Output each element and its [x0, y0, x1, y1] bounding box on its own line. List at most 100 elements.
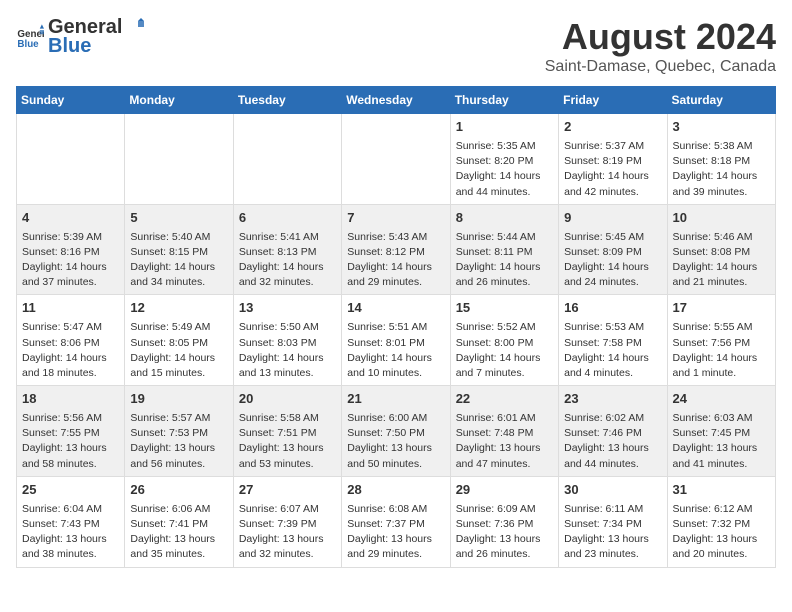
calendar-cell: 8 Sunrise: 5:44 AM Sunset: 8:11 PM Daylig… — [450, 204, 558, 295]
day-info: Sunrise: 5:47 AM Sunset: 8:06 PM Dayligh… — [22, 321, 107, 379]
day-info: Sunrise: 6:04 AM Sunset: 7:43 PM Dayligh… — [22, 503, 107, 561]
header-row: SundayMondayTuesdayWednesdayThursdayFrid… — [17, 87, 776, 114]
day-number: 16 — [564, 299, 661, 318]
calendar-cell: 24 Sunrise: 6:03 AM Sunset: 7:45 PM Dayli… — [667, 386, 775, 477]
day-number: 25 — [22, 481, 119, 500]
day-info: Sunrise: 6:06 AM Sunset: 7:41 PM Dayligh… — [130, 503, 215, 561]
calendar-week-row: 11 Sunrise: 5:47 AM Sunset: 8:06 PM Dayli… — [17, 295, 776, 386]
day-number: 8 — [456, 209, 553, 228]
day-header-thursday: Thursday — [450, 87, 558, 114]
day-info: Sunrise: 5:44 AM Sunset: 8:11 PM Dayligh… — [456, 231, 541, 289]
logo-icon: General Blue — [16, 23, 44, 51]
day-info: Sunrise: 5:41 AM Sunset: 8:13 PM Dayligh… — [239, 231, 324, 289]
day-info: Sunrise: 5:58 AM Sunset: 7:51 PM Dayligh… — [239, 412, 324, 470]
day-info: Sunrise: 6:02 AM Sunset: 7:46 PM Dayligh… — [564, 412, 649, 470]
day-number: 10 — [673, 209, 770, 228]
day-info: Sunrise: 6:07 AM Sunset: 7:39 PM Dayligh… — [239, 503, 324, 561]
calendar-cell: 12 Sunrise: 5:49 AM Sunset: 8:05 PM Dayli… — [125, 295, 233, 386]
calendar-cell: 21 Sunrise: 6:00 AM Sunset: 7:50 PM Dayli… — [342, 386, 450, 477]
day-header-monday: Monday — [125, 87, 233, 114]
day-number: 3 — [673, 118, 770, 137]
calendar-cell: 18 Sunrise: 5:56 AM Sunset: 7:55 PM Dayli… — [17, 386, 125, 477]
day-number: 30 — [564, 481, 661, 500]
calendar-cell: 6 Sunrise: 5:41 AM Sunset: 8:13 PM Daylig… — [233, 204, 341, 295]
day-number: 11 — [22, 299, 119, 318]
logo: General Blue General Blue — [16, 16, 146, 58]
day-header-wednesday: Wednesday — [342, 87, 450, 114]
calendar-cell: 15 Sunrise: 5:52 AM Sunset: 8:00 PM Dayli… — [450, 295, 558, 386]
day-info: Sunrise: 5:55 AM Sunset: 7:56 PM Dayligh… — [673, 321, 758, 379]
day-info: Sunrise: 5:57 AM Sunset: 7:53 PM Dayligh… — [130, 412, 215, 470]
day-info: Sunrise: 6:03 AM Sunset: 7:45 PM Dayligh… — [673, 412, 758, 470]
calendar-cell: 7 Sunrise: 5:43 AM Sunset: 8:12 PM Daylig… — [342, 204, 450, 295]
calendar-cell: 4 Sunrise: 5:39 AM Sunset: 8:16 PM Daylig… — [17, 204, 125, 295]
day-header-friday: Friday — [559, 87, 667, 114]
calendar-cell: 16Sunrise: 5:53 AM Sunset: 7:58 PM Dayli… — [559, 295, 667, 386]
calendar-cell: 26 Sunrise: 6:06 AM Sunset: 7:41 PM Dayli… — [125, 476, 233, 567]
day-info: Sunrise: 6:08 AM Sunset: 7:37 PM Dayligh… — [347, 503, 432, 561]
day-number: 20 — [239, 390, 336, 409]
day-info: Sunrise: 6:12 AM Sunset: 7:32 PM Dayligh… — [673, 503, 758, 561]
day-number: 17 — [673, 299, 770, 318]
calendar-cell: 23 Sunrise: 6:02 AM Sunset: 7:46 PM Dayli… — [559, 386, 667, 477]
day-number: 13 — [239, 299, 336, 318]
day-number: 24 — [673, 390, 770, 409]
day-number: 12 — [130, 299, 227, 318]
day-info: Sunrise: 5:38 AM Sunset: 8:18 PM Dayligh… — [673, 140, 758, 198]
day-info: Sunrise: 5:52 AM Sunset: 8:00 PM Dayligh… — [456, 321, 541, 379]
calendar-cell: 14Sunrise: 5:51 AM Sunset: 8:01 PM Dayli… — [342, 295, 450, 386]
day-number: 23 — [564, 390, 661, 409]
day-header-tuesday: Tuesday — [233, 87, 341, 114]
day-info: Sunrise: 5:56 AM Sunset: 7:55 PM Dayligh… — [22, 412, 107, 470]
day-number: 4 — [22, 209, 119, 228]
calendar-cell: 17 Sunrise: 5:55 AM Sunset: 7:56 PM Dayli… — [667, 295, 775, 386]
day-info: Sunrise: 5:40 AM Sunset: 8:15 PM Dayligh… — [130, 231, 215, 289]
day-info: Sunrise: 6:11 AM Sunset: 7:34 PM Dayligh… — [564, 503, 649, 561]
calendar-cell — [233, 114, 341, 205]
calendar-cell: 22 Sunrise: 6:01 AM Sunset: 7:48 PM Dayli… — [450, 386, 558, 477]
svg-text:Blue: Blue — [17, 39, 39, 50]
day-number: 2 — [564, 118, 661, 137]
calendar-cell: 30 Sunrise: 6:11 AM Sunset: 7:34 PM Dayli… — [559, 476, 667, 567]
day-info: Sunrise: 6:01 AM Sunset: 7:48 PM Dayligh… — [456, 412, 541, 470]
day-number: 28 — [347, 481, 444, 500]
calendar-cell: 13 Sunrise: 5:50 AM Sunset: 8:03 PM Dayli… — [233, 295, 341, 386]
day-number: 6 — [239, 209, 336, 228]
day-number: 15 — [456, 299, 553, 318]
day-number: 26 — [130, 481, 227, 500]
day-number: 31 — [673, 481, 770, 500]
day-info: Sunrise: 5:50 AM Sunset: 8:03 PM Dayligh… — [239, 321, 324, 379]
logo-flag-icon — [124, 17, 146, 39]
day-info: Sunrise: 5:35 AM Sunset: 8:20 PM Dayligh… — [456, 140, 541, 198]
day-info: Sunrise: 5:46 AM Sunset: 8:08 PM Dayligh… — [673, 231, 758, 289]
calendar-cell: 10 Sunrise: 5:46 AM Sunset: 8:08 PM Dayli… — [667, 204, 775, 295]
calendar-week-row: 25 Sunrise: 6:04 AM Sunset: 7:43 PM Dayli… — [17, 476, 776, 567]
day-info: Sunrise: 5:43 AM Sunset: 8:12 PM Dayligh… — [347, 231, 432, 289]
calendar-cell: 25 Sunrise: 6:04 AM Sunset: 7:43 PM Dayli… — [17, 476, 125, 567]
day-info: Sunrise: 5:49 AM Sunset: 8:05 PM Dayligh… — [130, 321, 215, 379]
calendar-cell: 19Sunrise: 5:57 AM Sunset: 7:53 PM Dayli… — [125, 386, 233, 477]
calendar-cell: 31 Sunrise: 6:12 AM Sunset: 7:32 PM Dayli… — [667, 476, 775, 567]
day-number: 1 — [456, 118, 553, 137]
location-subtitle: Saint-Damase, Quebec, Canada — [545, 58, 776, 76]
calendar-cell — [342, 114, 450, 205]
day-number: 18 — [22, 390, 119, 409]
calendar-table: SundayMondayTuesdayWednesdayThursdayFrid… — [16, 86, 776, 568]
day-number: 27 — [239, 481, 336, 500]
calendar-cell: 29Sunrise: 6:09 AM Sunset: 7:36 PM Dayli… — [450, 476, 558, 567]
calendar-cell: 1 Sunrise: 5:35 AM Sunset: 8:20 PM Daylig… — [450, 114, 558, 205]
day-info: Sunrise: 5:39 AM Sunset: 8:16 PM Dayligh… — [22, 231, 107, 289]
day-number: 9 — [564, 209, 661, 228]
calendar-week-row: 4 Sunrise: 5:39 AM Sunset: 8:16 PM Daylig… — [17, 204, 776, 295]
day-info: Sunrise: 6:00 AM Sunset: 7:50 PM Dayligh… — [347, 412, 432, 470]
calendar-cell: 27 Sunrise: 6:07 AM Sunset: 7:39 PM Dayli… — [233, 476, 341, 567]
calendar-cell: 11 Sunrise: 5:47 AM Sunset: 8:06 PM Dayli… — [17, 295, 125, 386]
page-header: General Blue General Blue August 2024 Sa… — [16, 16, 776, 76]
day-number: 7 — [347, 209, 444, 228]
day-number: 21 — [347, 390, 444, 409]
calendar-week-row: 1 Sunrise: 5:35 AM Sunset: 8:20 PM Daylig… — [17, 114, 776, 205]
calendar-title: August 2024 — [545, 16, 776, 58]
day-number: 5 — [130, 209, 227, 228]
day-header-saturday: Saturday — [667, 87, 775, 114]
day-number: 22 — [456, 390, 553, 409]
